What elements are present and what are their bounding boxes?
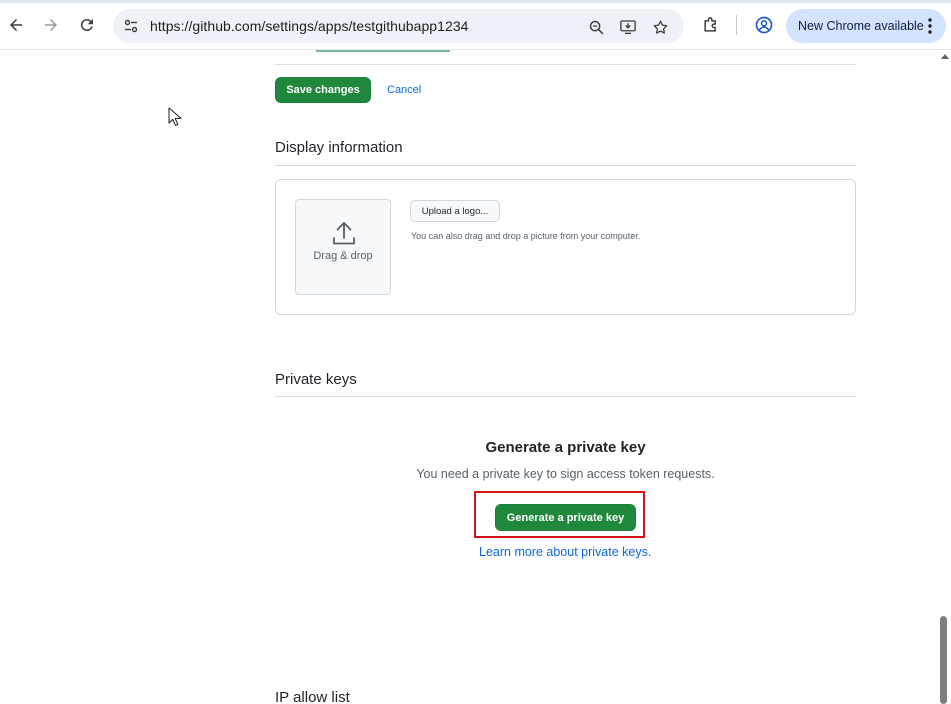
zoom-button[interactable] [586,17,606,37]
browser-toolbar: https://github.com/settings/apps/testgit… [0,0,951,50]
tab-strip-edge [0,0,951,3]
profile-button[interactable] [753,14,775,36]
more-vertical-icon [928,18,932,34]
zoom-icon [589,20,603,34]
install-app-button[interactable] [618,17,638,37]
star-icon [653,19,667,34]
app-settings-page: Save changes Cancel Display information … [0,50,951,704]
section-divider [275,396,856,397]
bookmark-button[interactable] [650,17,670,37]
back-button[interactable] [3,12,29,38]
drop-zone-label: Drag & drop [313,250,373,262]
upload-logo-button[interactable]: Upload a logo... [410,200,500,222]
display-information-heading: Display information [275,139,403,156]
mouse-cursor-icon [168,107,182,126]
previous-field-underline [316,50,450,52]
address-bar[interactable]: https://github.com/settings/apps/testgit… [113,9,684,43]
install-app-icon [620,20,636,35]
url-text[interactable]: https://github.com/settings/apps/testgit… [150,18,469,34]
section-divider [275,64,856,65]
upload-icon [333,222,355,245]
save-changes-button[interactable]: Save changes [275,77,371,103]
arrow-right-icon [45,19,57,31]
tune-icon [124,19,138,33]
chrome-update-label: New Chrome available [798,19,924,33]
forward-button[interactable] [38,12,64,38]
display-information-panel: Drag & drop Upload a logo... You can als… [275,179,856,315]
puzzle-icon [704,17,716,32]
scroll-up-arrow[interactable] [941,54,949,59]
generate-key-description: You need a private key to sign access to… [416,467,715,481]
ip-allow-list-heading: IP allow list [275,689,350,704]
chrome-update-button[interactable]: New Chrome available [786,9,946,43]
toolbar-separator [736,15,737,35]
arrow-left-icon [10,19,22,31]
chrome-menu-button[interactable] [922,17,938,35]
scrollbar-thumb[interactable] [940,616,947,704]
section-divider [275,165,856,166]
site-info-button[interactable] [121,16,141,36]
generate-key-title: Generate a private key [485,439,646,456]
learn-more-private-keys-link[interactable]: Learn more about private keys. [479,545,651,559]
reload-button[interactable] [74,12,100,38]
profile-icon [755,16,773,34]
logo-drop-zone[interactable]: Drag & drop [295,199,391,295]
private-keys-heading: Private keys [275,371,357,388]
upload-note: You can also drag and drop a picture fro… [411,231,641,241]
extensions-button[interactable] [700,14,722,36]
reload-icon [80,19,93,32]
generate-private-key-button[interactable]: Generate a private key [495,504,636,531]
cancel-link[interactable]: Cancel [387,84,421,96]
